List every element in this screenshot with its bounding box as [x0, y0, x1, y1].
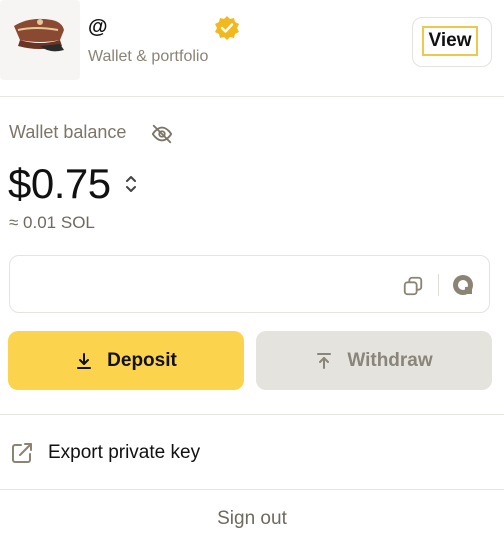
sign-out-label: Sign out: [217, 508, 287, 529]
divider: [0, 489, 504, 490]
deposit-label: Deposit: [107, 349, 177, 371]
verified-badge-icon: [215, 16, 239, 40]
wallet-balance-label: Wallet balance: [9, 122, 127, 142]
sol-value: ≈ 0.01 SOL: [9, 213, 95, 232]
upload-icon: [317, 352, 332, 369]
avatar: [0, 0, 80, 80]
export-private-key-item[interactable]: Export private key: [0, 416, 504, 488]
sort-icon[interactable]: [124, 174, 138, 194]
deposit-button[interactable]: Deposit: [8, 331, 244, 390]
view-button[interactable]: View: [412, 17, 492, 67]
qr-code-icon[interactable]: [451, 273, 475, 297]
username: @: [88, 16, 108, 38]
address-divider: [438, 274, 439, 296]
copy-icon[interactable]: [402, 275, 424, 297]
eye-off-icon[interactable]: [151, 123, 173, 145]
wallet-address-field[interactable]: [9, 255, 490, 313]
export-private-key-label: Export private key: [48, 442, 201, 463]
external-link-icon: [12, 443, 32, 463]
withdraw-button[interactable]: Withdraw: [256, 331, 492, 390]
profile-header: @ Wallet & portfolio View: [0, 0, 504, 97]
withdraw-label: Withdraw: [347, 349, 433, 371]
download-icon: [77, 352, 92, 369]
view-button-label: View: [422, 26, 478, 56]
profile-subtitle: Wallet & portfolio: [88, 48, 209, 65]
sign-out-button[interactable]: Sign out: [0, 491, 504, 547]
balance-value: $0.75: [8, 160, 111, 207]
divider: [0, 414, 504, 415]
